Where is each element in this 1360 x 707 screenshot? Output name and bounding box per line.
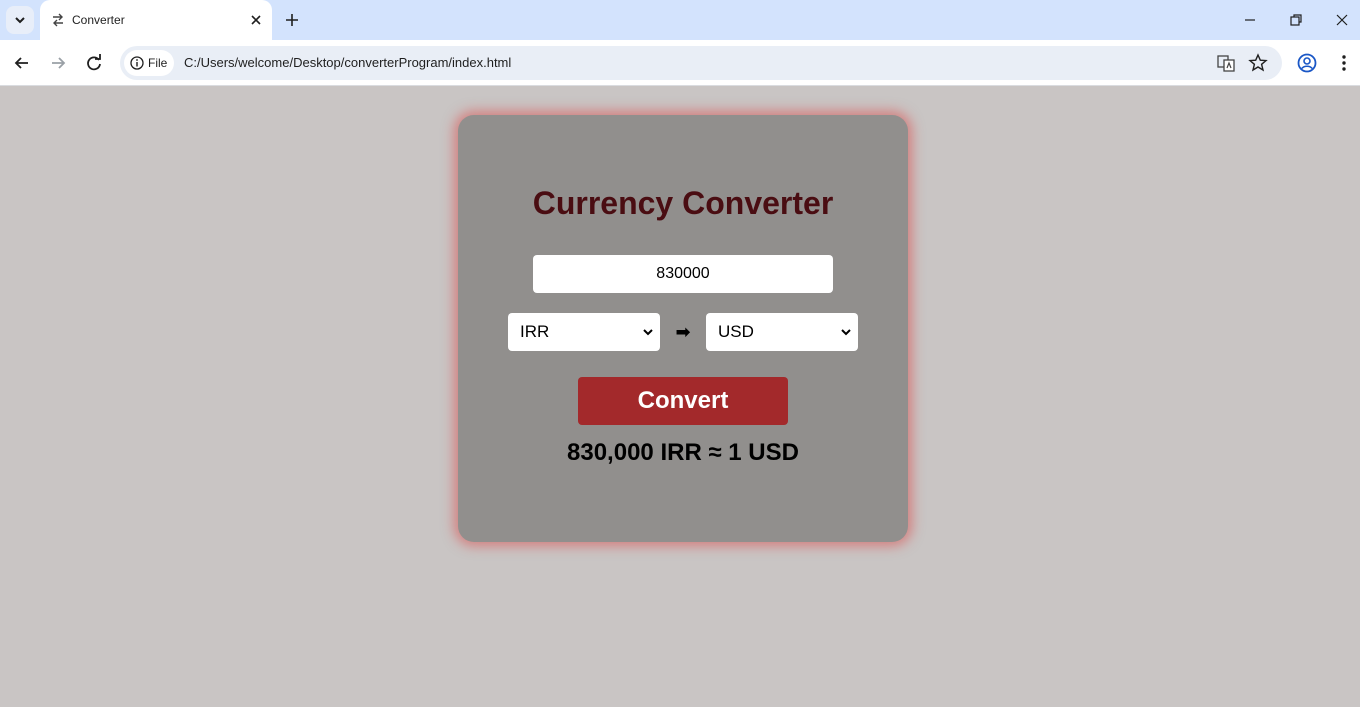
active-tab[interactable]: Converter (40, 0, 272, 40)
new-tab-icon[interactable] (282, 10, 302, 30)
close-window-icon[interactable] (1332, 10, 1352, 30)
restore-icon[interactable] (1286, 10, 1306, 30)
bookmark-star-icon[interactable] (1248, 53, 1268, 73)
chevron-down-icon (643, 329, 653, 336)
browser-toolbar: File C:/Users/welcome/Desktop/converterP… (0, 40, 1360, 86)
to-currency-value: USD (718, 322, 754, 341)
info-icon (130, 56, 144, 70)
tab-title: Converter (72, 13, 125, 27)
convert-button[interactable]: Convert (578, 377, 788, 425)
url-text[interactable]: C:/Users/welcome/Desktop/converterProgra… (184, 55, 511, 70)
profile-icon[interactable] (1296, 52, 1318, 74)
converter-card: Currency Converter IRR ➡ USD Convert 830… (458, 115, 908, 542)
tab-strip: Converter (0, 0, 1360, 40)
page-title: Currency Converter (532, 185, 834, 221)
reload-icon[interactable] (83, 52, 105, 74)
chevron-down-icon (15, 17, 25, 24)
amount-input[interactable] (533, 255, 833, 293)
swap-arrows-icon (53, 13, 63, 27)
close-tab-icon[interactable] (248, 12, 264, 28)
site-info-chip[interactable]: File (124, 50, 174, 76)
forward-arrow-icon[interactable] (47, 52, 69, 74)
site-chip-label: File (148, 56, 168, 70)
page-viewport: Currency Converter IRR ➡ USD Convert 830… (0, 87, 1360, 707)
conversion-result: 830,000 IRR ≈ 1 USD (567, 439, 799, 466)
translate-icon[interactable] (1216, 53, 1236, 73)
more-menu-icon[interactable] (1334, 52, 1354, 74)
from-currency-select[interactable]: IRR (508, 313, 660, 351)
from-currency-value: IRR (520, 322, 550, 341)
address-bar[interactable]: File C:/Users/welcome/Desktop/converterP… (120, 46, 1282, 80)
back-arrow-icon[interactable] (11, 52, 33, 74)
arrow-right-icon: ➡ (675, 322, 691, 342)
chevron-down-icon (841, 329, 851, 336)
to-currency-select[interactable]: USD (706, 313, 858, 351)
tab-search-button[interactable] (6, 6, 34, 34)
minimize-icon[interactable] (1240, 10, 1260, 30)
